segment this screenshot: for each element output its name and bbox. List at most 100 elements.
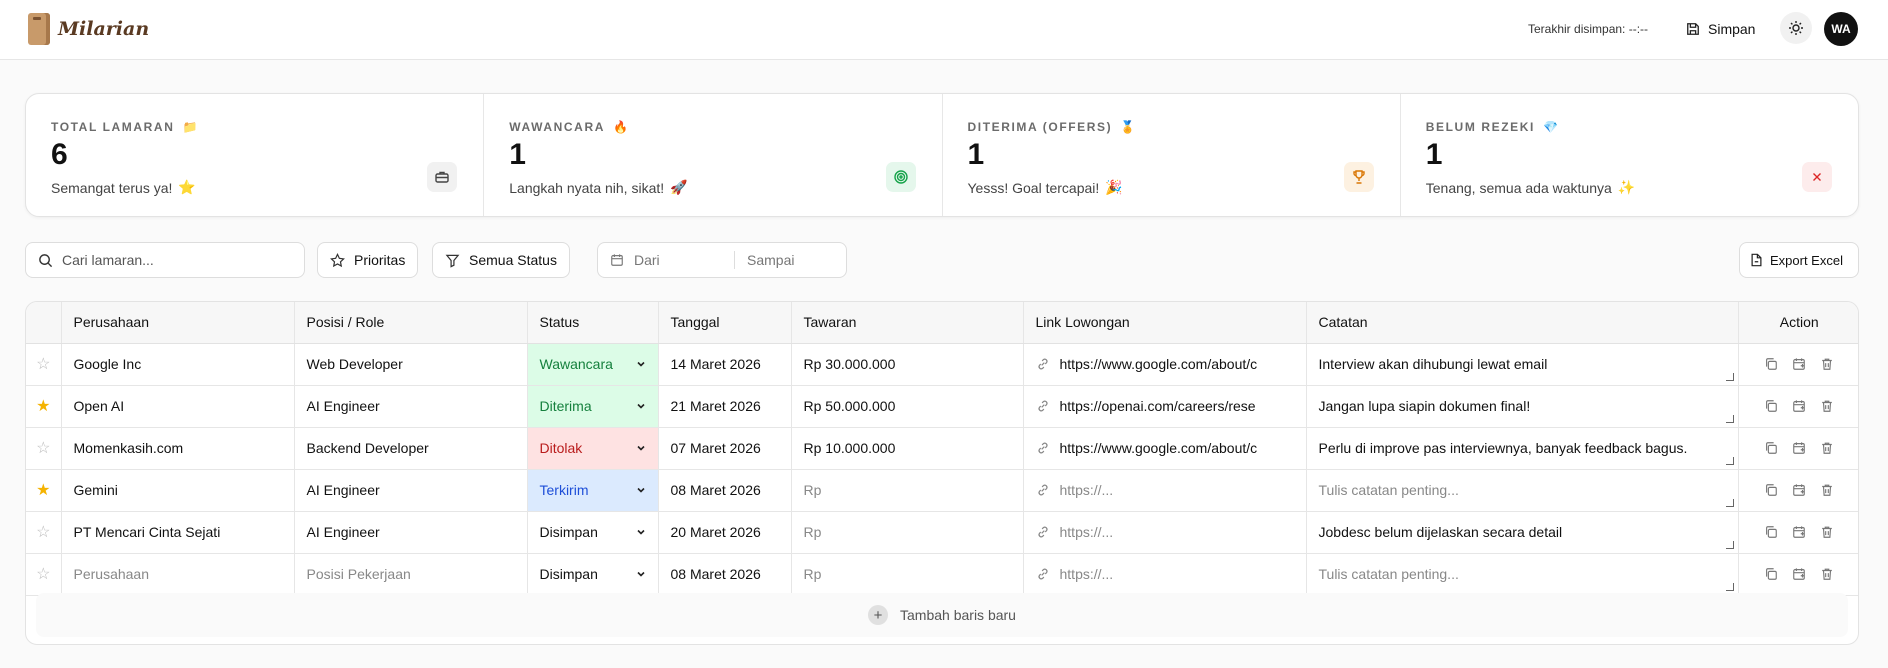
priority-filter-button[interactable]: Prioritas (317, 242, 419, 278)
date-from-input[interactable]: Dari (634, 252, 734, 268)
offer-cell[interactable]: Rp 50.000.000 (791, 385, 1024, 428)
add-row-button[interactable]: + Tambah baris baru (36, 593, 1848, 637)
trash-icon[interactable] (1820, 441, 1834, 455)
stat-value: 1 (509, 138, 526, 171)
resize-handle-icon[interactable] (1725, 540, 1734, 549)
star-outline-icon (330, 252, 345, 268)
export-excel-button[interactable]: Export Excel (1739, 242, 1859, 278)
star-outline-icon[interactable]: ☆ (26, 427, 62, 470)
duplicate-icon[interactable] (1764, 567, 1778, 581)
offer-cell[interactable]: Rp 30.000.000 (791, 343, 1024, 386)
offer-cell[interactable]: Rp 10.000.000 (791, 427, 1024, 470)
company-cell[interactable]: Momenkasih.com (61, 427, 295, 470)
calendar-add-icon[interactable] (1792, 567, 1806, 581)
offer-cell[interactable]: Rp (791, 469, 1024, 512)
status-select[interactable]: Disimpan (527, 553, 659, 596)
status-filter-button[interactable]: Semua Status (432, 242, 570, 278)
status-select[interactable]: Terkirim (527, 469, 659, 512)
priority-label: Prioritas (354, 252, 406, 268)
role-cell[interactable]: AI Engineer (294, 511, 528, 554)
trash-icon[interactable] (1820, 525, 1834, 539)
date-cell[interactable]: 08 Maret 2026 (658, 469, 792, 512)
stat-subtitle: Langkah nyata nih, sikat! (509, 179, 665, 196)
trash-icon[interactable] (1820, 483, 1834, 497)
notes-cell[interactable]: Jobdesc belum dijelaskan secara detail (1306, 511, 1739, 554)
resize-handle-icon[interactable] (1725, 414, 1734, 423)
role-cell[interactable]: Web Developer (294, 343, 528, 386)
date-to-input[interactable]: Sampai (747, 252, 794, 268)
plus-icon: + (868, 605, 889, 625)
resize-handle-icon[interactable] (1725, 372, 1734, 381)
stat-value: 6 (51, 138, 68, 171)
notes-cell[interactable]: Perlu di improve pas interviewnya, banya… (1306, 427, 1739, 470)
link-cell[interactable]: https://www.google.com/about/c (1023, 427, 1307, 470)
star-outline-icon[interactable]: ☆ (26, 553, 62, 596)
link-cell[interactable]: https://openai.com/careers/rese (1023, 385, 1307, 428)
notes-cell[interactable]: Tulis catatan penting... (1306, 469, 1739, 512)
company-cell[interactable]: Open AI (61, 385, 295, 428)
company-cell[interactable]: Gemini (61, 469, 295, 512)
company-cell[interactable]: Google Inc (61, 343, 295, 386)
resize-handle-icon[interactable] (1725, 456, 1734, 465)
status-select[interactable]: Wawancara (527, 343, 659, 386)
link-cell[interactable]: https://... (1023, 469, 1307, 512)
notes-cell[interactable]: Tulis catatan penting... (1306, 553, 1739, 596)
date-cell[interactable]: 20 Maret 2026 (658, 511, 792, 554)
search-input[interactable] (62, 252, 282, 268)
duplicate-icon[interactable] (1764, 525, 1778, 539)
trash-icon[interactable] (1820, 399, 1834, 413)
role-cell[interactable]: AI Engineer (294, 385, 528, 428)
company-cell[interactable]: PT Mencari Cinta Sejati (61, 511, 295, 554)
user-avatar[interactable]: WA (1824, 12, 1858, 46)
link-cell[interactable]: https://www.google.com/about/c (1023, 343, 1307, 386)
calendar-add-icon[interactable] (1792, 399, 1806, 413)
duplicate-icon[interactable] (1764, 357, 1778, 371)
date-cell[interactable]: 07 Maret 2026 (658, 427, 792, 470)
offer-cell[interactable]: Rp (791, 511, 1024, 554)
resize-handle-icon[interactable] (1725, 582, 1734, 591)
search-box[interactable] (25, 242, 305, 278)
chevron-down-icon (636, 443, 646, 453)
link-cell[interactable]: https://... (1023, 553, 1307, 596)
notes-cell[interactable]: Interview akan dihubungi lewat email (1306, 343, 1739, 386)
stat-subtitle: Tenang, semua ada waktunya (1425, 179, 1612, 196)
action-cell (1738, 553, 1858, 596)
date-cell[interactable]: 08 Maret 2026 (658, 553, 792, 596)
role-cell[interactable]: Posisi Pekerjaan (294, 553, 528, 596)
calendar-add-icon[interactable] (1792, 483, 1806, 497)
theme-toggle-button[interactable] (1780, 12, 1812, 44)
briefcase-icon (427, 162, 458, 192)
date-range-picker[interactable]: Dari Sampai (597, 242, 847, 278)
offer-cell[interactable]: Rp (791, 553, 1024, 596)
link-cell[interactable]: https://... (1023, 511, 1307, 554)
table-row: ☆ PT Mencari Cinta Sejati AI Engineer Disim… (26, 511, 1858, 554)
save-button[interactable]: Simpan (1680, 14, 1756, 44)
date-cell[interactable]: 14 Maret 2026 (658, 343, 792, 386)
star-filled-icon[interactable]: ★ (26, 385, 62, 428)
star-outline-icon[interactable]: ☆ (26, 343, 62, 386)
status-select[interactable]: Disimpan (527, 511, 659, 554)
trash-icon[interactable] (1820, 567, 1834, 581)
calendar-add-icon[interactable] (1792, 525, 1806, 539)
star-filled-icon[interactable]: ★ (26, 469, 62, 512)
notes-cell[interactable]: Jangan lupa siapin dokumen final! (1306, 385, 1739, 428)
calendar-add-icon[interactable] (1792, 357, 1806, 371)
trash-icon[interactable] (1820, 357, 1834, 371)
role-cell[interactable]: AI Engineer (294, 469, 528, 512)
date-cell[interactable]: 21 Maret 2026 (658, 385, 792, 428)
role-cell[interactable]: Backend Developer (294, 427, 528, 470)
status-value: Disimpan (539, 524, 598, 540)
duplicate-icon[interactable] (1764, 441, 1778, 455)
filter-toolbar: Prioritas Semua Status Dari Sampai Expor… (25, 242, 1859, 278)
sparkles-emoji: ✨ (1617, 179, 1636, 195)
status-select[interactable]: Ditolak (527, 427, 659, 470)
duplicate-icon[interactable] (1764, 399, 1778, 413)
company-cell[interactable]: Perusahaan (61, 553, 295, 596)
chevron-down-icon (636, 401, 646, 411)
app-logo[interactable]: Milarian (28, 13, 149, 45)
calendar-add-icon[interactable] (1792, 441, 1806, 455)
status-select[interactable]: Diterima (527, 385, 659, 428)
resize-handle-icon[interactable] (1725, 498, 1734, 507)
star-outline-icon[interactable]: ☆ (26, 511, 62, 554)
duplicate-icon[interactable] (1764, 483, 1778, 497)
